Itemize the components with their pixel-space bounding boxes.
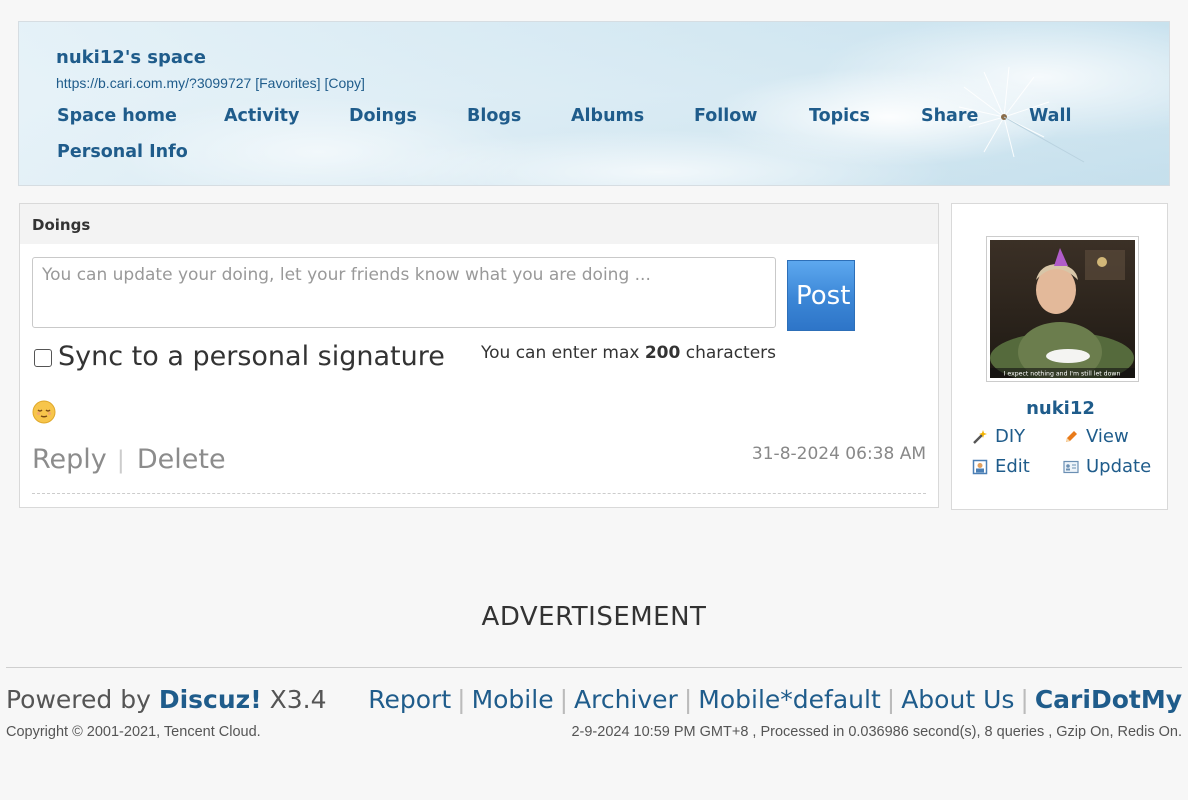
picture-frame-icon — [972, 459, 988, 474]
footer-divider — [6, 667, 1182, 668]
footer-link-report[interactable]: Report — [368, 685, 451, 714]
advertisement-label: ADVERTISEMENT — [481, 602, 707, 632]
footer-link-mobile[interactable]: Mobile — [472, 685, 554, 714]
avatar-caption: I expect nothing and I'm still let down — [1004, 371, 1121, 378]
update-label: Update — [1086, 456, 1152, 477]
edit-label: Edit — [995, 456, 1030, 477]
powered-by: Powered by Discuz! X3.4 — [6, 685, 326, 714]
avatar-frame[interactable]: I expect nothing and I'm still let down — [986, 236, 1139, 382]
space-url[interactable]: https://b.cari.com.my/?3099727 — [56, 75, 251, 91]
sync-signature-checkbox[interactable] — [34, 348, 52, 367]
footer-link-archiver[interactable]: Archiver — [574, 685, 678, 714]
doings-panel: Doings Post Sync to a personal signature… — [19, 203, 939, 508]
powered-prefix: Powered by — [6, 685, 151, 714]
footer-link-about-us[interactable]: About Us — [901, 685, 1014, 714]
edit-link[interactable]: Edit — [972, 456, 1030, 477]
doing-actions: Reply | Delete — [32, 444, 226, 475]
server-info: 2-9-2024 10:59 PM GMT+8 , Processed in 0… — [571, 724, 1182, 740]
post-button[interactable]: Post — [787, 260, 855, 331]
magic-wand-icon — [973, 429, 987, 444]
update-link[interactable]: Update — [1063, 456, 1151, 477]
space-title: nuki12's space — [56, 47, 206, 68]
max-characters-hint: You can enter max 200 characters — [481, 343, 776, 363]
footer-link-caridotmy[interactable]: CariDotMy — [1035, 685, 1182, 714]
doing-timestamp: 31-8-2024 06:38 AM — [751, 444, 926, 464]
doing-divider — [32, 493, 926, 494]
nav-activity[interactable]: Activity — [224, 106, 299, 126]
copyright: Copyright © 2001-2021, Tencent Cloud. — [6, 724, 261, 740]
nav-share[interactable]: Share — [921, 106, 978, 126]
footer-link-mobile-default[interactable]: Mobile*default — [698, 685, 880, 714]
powered-version: X3.4 — [269, 685, 327, 714]
nav-personal-info[interactable]: Personal Info — [57, 142, 188, 162]
actions-separator: | — [116, 445, 125, 474]
favorites-link[interactable]: [Favorites] — [255, 75, 320, 91]
nav-topics[interactable]: Topics — [809, 106, 870, 126]
nav-albums[interactable]: Albums — [571, 106, 644, 126]
delete-link[interactable]: Delete — [137, 444, 226, 475]
pencil-icon — [1066, 430, 1077, 442]
profile-card: I expect nothing and I'm still let down … — [951, 203, 1168, 510]
view-link[interactable]: View — [1063, 426, 1129, 447]
nav-wall[interactable]: Wall — [1029, 106, 1072, 126]
max-prefix: You can enter max — [481, 343, 640, 363]
nav-follow[interactable]: Follow — [694, 106, 757, 126]
nav-space-home[interactable]: Space home — [57, 106, 177, 126]
profile-card-icon — [1063, 460, 1079, 473]
max-count: 200 — [644, 343, 681, 363]
view-label: View — [1086, 426, 1129, 447]
max-suffix: characters — [685, 343, 777, 363]
avatar: I expect nothing and I'm still let down — [990, 240, 1135, 378]
space-header: nuki12's space https://b.cari.com.my/?30… — [18, 21, 1170, 186]
reply-link[interactable]: Reply — [32, 444, 107, 475]
discuz-link[interactable]: Discuz! — [159, 685, 262, 714]
sync-signature-row: Sync to a personal signature — [34, 341, 445, 372]
sync-signature-label[interactable]: Sync to a personal signature — [58, 341, 445, 372]
sleepy-face-emoji-icon — [32, 400, 56, 424]
diy-link[interactable]: DIY — [972, 426, 1025, 447]
doing-input[interactable] — [32, 257, 776, 328]
nav-blogs[interactable]: Blogs — [467, 106, 521, 126]
diy-label: DIY — [995, 426, 1026, 447]
profile-username[interactable]: nuki12 — [952, 398, 1169, 419]
copy-link[interactable]: [Copy] — [324, 75, 364, 91]
doings-panel-title: Doings — [20, 204, 938, 244]
nav-doings[interactable]: Doings — [349, 106, 417, 126]
footer-links: Report | Mobile | Archiver | Mobile*default | Ab… — [368, 685, 1182, 714]
space-url-line: https://b.cari.com.my/?3099727 [Favorite… — [56, 75, 365, 91]
